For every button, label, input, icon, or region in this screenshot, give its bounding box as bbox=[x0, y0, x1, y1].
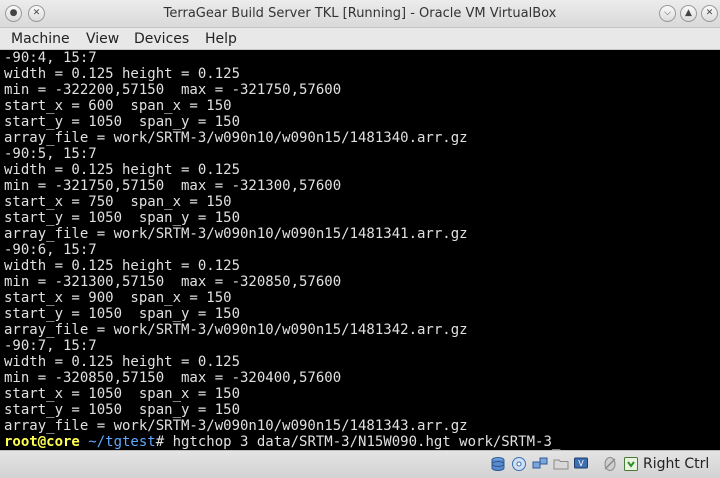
window-titlebar: ● ✕ TerraGear Build Server TKL [Running]… bbox=[0, 0, 720, 28]
prompt-path: ~/tgtest bbox=[79, 434, 156, 450]
terminal-line: min = -322200,57150 max = -321750,57600 bbox=[4, 82, 342, 98]
terminal-line: -90:5, 15:7 bbox=[4, 146, 97, 162]
terminal-line: start_x = 1050 span_x = 150 bbox=[4, 386, 241, 402]
svg-text:V: V bbox=[578, 459, 584, 468]
network-icon[interactable] bbox=[532, 456, 548, 472]
minimize-icon[interactable]: ⌵ bbox=[659, 5, 676, 22]
prompt-symbol: # bbox=[155, 434, 173, 450]
terminal-line: start_x = 900 span_x = 150 bbox=[4, 290, 232, 306]
terminal-line: start_y = 1050 span_y = 150 bbox=[4, 114, 241, 130]
close-icon[interactable]: ✕ bbox=[701, 5, 718, 22]
menu-bar: Machine View Devices Help bbox=[0, 28, 720, 50]
display-icon[interactable]: V bbox=[573, 456, 589, 472]
menu-devices[interactable]: Devices bbox=[134, 29, 189, 49]
terminal-line: -90:4, 15:7 bbox=[4, 50, 97, 66]
terminal-line: -90:6, 15:7 bbox=[4, 242, 97, 258]
terminal-line: min = -321300,57150 max = -320850,57600 bbox=[4, 274, 342, 290]
terminal-line: start_y = 1050 span_y = 150 bbox=[4, 210, 241, 226]
text-cursor: _ bbox=[551, 434, 561, 450]
terminal-line: array_file = work/SRTM-3/w090n10/w090n15… bbox=[4, 226, 468, 242]
shared-folders-icon[interactable] bbox=[553, 456, 569, 472]
menu-machine[interactable]: Machine bbox=[11, 29, 70, 49]
terminal-line: array_file = work/SRTM-3/w090n10/w090n15… bbox=[4, 322, 468, 338]
prompt-command: hgtchop 3 data/SRTM-3/N15W090.hgt work/S… bbox=[172, 434, 552, 450]
terminal-line: array_file = work/SRTM-3/w090n10/w090n15… bbox=[4, 418, 468, 434]
terminal-line: min = -321750,57150 max = -321300,57600 bbox=[4, 178, 342, 194]
terminal-line: width = 0.125 height = 0.125 bbox=[4, 66, 241, 82]
terminal-line: -90:7, 15:7 bbox=[4, 338, 97, 354]
vm-console[interactable]: -90:4, 15:7 width = 0.125 height = 0.125… bbox=[0, 50, 720, 450]
terminal-line: start_x = 600 span_x = 150 bbox=[4, 98, 232, 114]
terminal-line: width = 0.125 height = 0.125 bbox=[4, 258, 241, 274]
host-key-icon[interactable] bbox=[623, 456, 639, 472]
menu-help[interactable]: Help bbox=[205, 29, 237, 49]
hard-disk-icon[interactable] bbox=[490, 456, 506, 472]
optical-disk-icon[interactable] bbox=[511, 456, 527, 472]
terminal-prompt-line[interactable]: root@core ~/tgtest# hgtchop 3 data/SRTM-… bbox=[4, 434, 560, 450]
vm-statusbar: V Right Ctrl bbox=[0, 450, 720, 478]
terminal-line: start_y = 1050 span_y = 150 bbox=[4, 306, 241, 322]
prompt-user: root@core bbox=[4, 434, 80, 450]
terminal-line: start_y = 1050 span_y = 150 bbox=[4, 402, 241, 418]
window-title: TerraGear Build Server TKL [Running] - O… bbox=[163, 6, 557, 21]
host-key-label: Right Ctrl bbox=[643, 456, 710, 472]
mouse-integration-icon[interactable] bbox=[602, 456, 618, 472]
terminal-line: width = 0.125 height = 0.125 bbox=[4, 162, 241, 178]
menu-view[interactable]: View bbox=[86, 29, 119, 49]
maximize-icon[interactable]: ▲ bbox=[680, 5, 697, 22]
terminal-line: min = -320850,57150 max = -320400,57600 bbox=[4, 370, 342, 386]
terminal-line: array_file = work/SRTM-3/w090n10/w090n15… bbox=[4, 130, 468, 146]
terminal-line: start_x = 750 span_x = 150 bbox=[4, 194, 232, 210]
terminal-line: width = 0.125 height = 0.125 bbox=[4, 354, 241, 370]
